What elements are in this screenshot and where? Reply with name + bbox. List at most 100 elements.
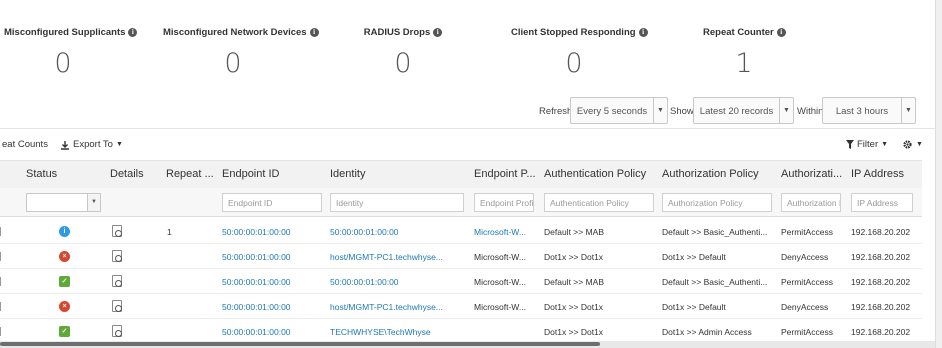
caret-down-icon: ▼ (881, 141, 889, 148)
authorization-policy: Dot1x >> Admin Access (662, 327, 752, 337)
info-icon[interactable]: i (128, 28, 138, 37)
column-header-authentication-policy[interactable]: Authentication Policy (544, 168, 646, 180)
ip-address-filter-input[interactable]: IP Address (851, 193, 913, 212)
chevron-down-icon: ▼ (87, 194, 100, 211)
pass-status-icon: ✓ (59, 326, 70, 337)
export-icon (61, 140, 69, 150)
caret-down-icon: ▼ (115, 141, 123, 148)
identity-link[interactable]: TECHWHYSE\TechWhyse (330, 327, 468, 337)
counter-title: RADIUS Drops (363, 27, 431, 38)
authorization-profile: DenyAccess (781, 302, 829, 312)
endpoint-profile: Microsoft-W... (474, 277, 526, 287)
counter-title: Client Stopped Responding (511, 27, 636, 38)
authorization-policy-filter-input[interactable]: Authorization Policy (662, 193, 772, 212)
endpoint-profile: Microsoft-W... (474, 252, 526, 262)
endpoint-id-filter-input[interactable]: Endpoint ID (222, 193, 322, 212)
authorization-policy: Default >> Basic_Authenti... (662, 227, 768, 237)
authentication-policy: Default >> MAB (544, 277, 605, 287)
details-icon[interactable] (112, 325, 122, 337)
filter-button[interactable]: Filter ▼ (846, 139, 888, 150)
column-header-endpoint-id[interactable]: Endpoint ID (222, 168, 279, 180)
counter-radius-drops: RADIUS Drops i 0 (355, 22, 451, 79)
details-icon[interactable] (112, 300, 122, 312)
divider (0, 128, 942, 129)
table-row[interactable]: × 50:00:00:01:00:00 host/MGMT-PC1.techwh… (0, 244, 922, 269)
refresh-interval-select[interactable]: Every 5 seconds ▼ (570, 97, 668, 124)
authentication-policy: Dot1x >> Dot1x (544, 302, 604, 312)
authentication-policy: Dot1x >> Dot1x (544, 252, 604, 262)
counter-value[interactable]: 1 (703, 48, 785, 79)
counter-value[interactable]: 0 (355, 48, 451, 79)
info-icon[interactable]: i (638, 28, 648, 37)
export-to-button[interactable]: Export To ▼ (60, 139, 123, 150)
identity-link[interactable]: host/MGMT-PC1.techwhyse... (330, 302, 468, 312)
show-records-select[interactable]: Latest 20 records ▼ (693, 97, 794, 124)
fail-status-icon: × (59, 301, 70, 312)
table-row[interactable]: ✓ 50:00:00:01:00:00 50:00:00:01:00:00 Mi… (0, 269, 922, 294)
counter-value[interactable]: 0 (511, 48, 637, 79)
authentication-policy: Default >> MAB (544, 227, 605, 237)
vertical-scrollbar[interactable] (935, 0, 942, 348)
column-header-authorization-profile[interactable]: Authorizati... (781, 168, 842, 180)
info-icon[interactable]: i (776, 28, 786, 37)
authorization-profile: PermitAccess (781, 227, 833, 237)
identity-link[interactable]: host/MGMT-PC1.techwhyse... (330, 252, 468, 262)
details-icon[interactable] (112, 275, 122, 287)
horizontal-scrollbar[interactable] (0, 341, 935, 348)
counter-value[interactable]: 0 (4, 48, 122, 79)
ip-address: 192.168.20.202 (851, 302, 911, 312)
authentication-policy-filter-input[interactable]: Authentication Policy (544, 193, 654, 212)
gear-icon (903, 140, 912, 149)
authorization-profile-filter-input[interactable]: Authorization F (781, 193, 841, 212)
counter-misconfigured-network-devices: Misconfigured Network Devices i 0 (163, 22, 319, 79)
info-icon[interactable]: i (309, 28, 319, 37)
endpoint-id-link[interactable]: 50:00:00:01:00:00 (222, 302, 291, 312)
column-header-identity[interactable]: Identity (330, 168, 365, 180)
authorization-profile: DenyAccess (781, 252, 829, 262)
within-label: Within (797, 106, 824, 117)
pass-status-icon: ✓ (59, 276, 70, 287)
show-label: Show (670, 106, 694, 117)
counter-misconfigured-supplicants: Misconfigured Supplicants i 0 (4, 22, 138, 79)
repeat-counts-button[interactable]: eat Counts (2, 139, 48, 150)
filter-icon (846, 140, 854, 149)
column-header-ip-address[interactable]: IP Address (851, 168, 904, 180)
refresh-label: Refresh (539, 106, 573, 117)
horizontal-scrollbar-thumb[interactable] (0, 342, 600, 346)
endpoint-profile-filter-input[interactable]: Endpoint Profil (474, 193, 534, 212)
ip-address: 192.168.20.202 (851, 277, 911, 287)
counter-value[interactable]: 0 (163, 48, 303, 79)
counter-client-stopped-responding: Client Stopped Responding i 0 (511, 22, 648, 79)
within-time-select[interactable]: Last 3 hours ▼ (822, 97, 916, 124)
column-header-details[interactable]: Details (110, 168, 144, 180)
column-header-status[interactable]: Status (26, 168, 57, 180)
endpoint-id-link[interactable]: 50:00:00:01:00:00 (222, 227, 291, 237)
identity-filter-input[interactable]: Identity (330, 193, 464, 212)
filter-row: ▼ Endpoint ID Identity Endpoint Profil A… (0, 188, 922, 217)
chevron-down-icon: ▼ (779, 98, 793, 123)
column-header-authorization-policy[interactable]: Authorization Policy (662, 168, 759, 180)
authorization-profile: PermitAccess (781, 327, 833, 337)
identity-link[interactable]: 50:00:00:01:00:00 (330, 277, 468, 287)
table-row[interactable]: × 50:00:00:01:00:00 host/MGMT-PC1.techwh… (0, 294, 922, 319)
column-header-repeat[interactable]: Repeat ... (166, 168, 214, 180)
ip-address: 192.168.20.202 (851, 252, 911, 262)
fail-status-icon: × (59, 251, 70, 262)
endpoint-id-link[interactable]: 50:00:00:01:00:00 (222, 277, 291, 287)
counters-panel: Misconfigured Supplicants i 0 Misconfigur… (0, 0, 942, 90)
table-row[interactable]: i 1 50:00:00:01:00:00 50:00:00:01:00:00 … (0, 219, 922, 244)
status-filter-select[interactable]: ▼ (26, 193, 101, 212)
caret-down-icon: ▼ (916, 141, 923, 148)
details-icon[interactable] (112, 250, 122, 262)
details-icon[interactable] (112, 225, 122, 237)
column-header-endpoint-profile[interactable]: Endpoint P... (474, 168, 536, 180)
info-icon[interactable]: i (433, 28, 443, 37)
endpoint-id-link[interactable]: 50:00:00:01:00:00 (222, 252, 291, 262)
info-status-icon: i (59, 226, 70, 237)
ip-address: 192.168.20.202 (851, 227, 911, 237)
identity-link[interactable]: 50:00:00:01:00:00 (330, 227, 468, 237)
authorization-policy: Dot1x >> Default (662, 252, 726, 262)
endpoint-profile-link[interactable]: Microsoft-W... (474, 227, 538, 237)
endpoint-id-link[interactable]: 50:00:00:01:00:00 (222, 327, 291, 337)
settings-button[interactable]: ▼ (902, 139, 923, 150)
